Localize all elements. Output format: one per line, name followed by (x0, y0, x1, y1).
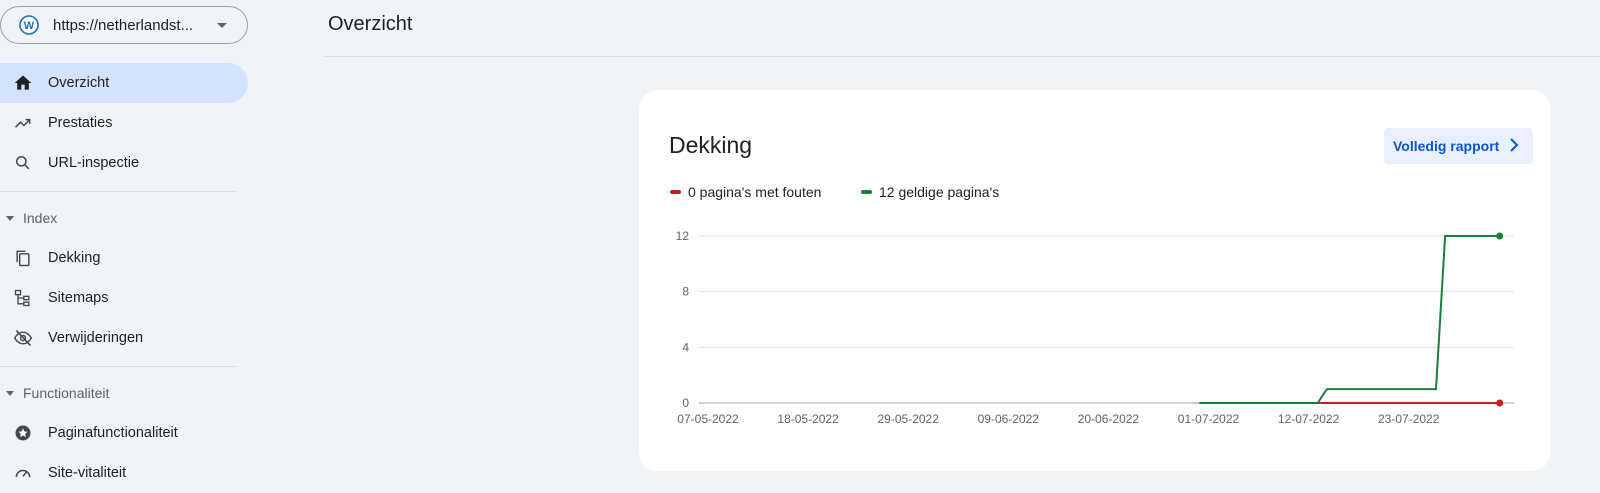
copy-pages-icon (12, 247, 34, 269)
trending-up-icon (12, 112, 34, 134)
sidebar-item-label: URL-inspectie (48, 155, 140, 171)
x-tick-label: 09-06-2022 (978, 412, 1040, 426)
sidebar-item-label: Overzicht (48, 75, 110, 91)
valid-last-point (1496, 232, 1504, 240)
x-tick-label: 12-07-2022 (1278, 412, 1340, 426)
x-tick-label: 01-07-2022 (1178, 412, 1240, 426)
sidebar-item-url-inspection[interactable]: URL-inspectie (0, 143, 248, 183)
property-selector[interactable]: W https://netherlandst... (0, 6, 248, 44)
page-title: Overzicht (328, 13, 413, 35)
sidebar-item-label: Dekking (48, 250, 101, 266)
sidebar-item-coverage[interactable]: Dekking (0, 238, 248, 278)
coverage-chart: 0 4 8 12 07-05-2022 18-05-2022 29-05-2022 09-06… (676, 229, 1514, 426)
valid-series-line (1199, 235, 1500, 404)
home-icon (12, 72, 34, 94)
gauge-icon (12, 462, 34, 484)
x-tick-label: 18-05-2022 (777, 412, 839, 426)
sidebar: W https://netherlandst... Overzicht Pres… (0, 0, 250, 487)
sidebar-item-core-web-vitals[interactable]: Site-vitaliteit (0, 453, 248, 493)
section-label: Index (23, 210, 58, 226)
page-experience-icon (12, 422, 34, 444)
section-label: Functionaliteit (23, 385, 110, 401)
y-tick-label: 0 (682, 396, 689, 410)
sidebar-item-sitemaps[interactable]: Sitemaps (0, 278, 248, 318)
wordpress-icon: W (19, 15, 39, 35)
x-tick-label: 20-06-2022 (1078, 412, 1140, 426)
header-divider (324, 56, 1600, 57)
x-tick-label: 23-07-2022 (1378, 412, 1440, 426)
eye-off-icon (12, 327, 34, 349)
sidebar-item-label: Sitemaps (48, 290, 109, 306)
sidebar-item-label: Prestaties (48, 115, 113, 131)
search-icon (12, 152, 34, 174)
divider (0, 366, 237, 367)
y-tick-label: 8 (682, 285, 689, 299)
x-tick-label: 07-05-2022 (677, 412, 739, 426)
sidebar-item-label: Verwijderingen (48, 330, 144, 346)
caret-down-icon (6, 215, 14, 221)
caret-down-icon (6, 390, 14, 396)
divider (0, 191, 237, 192)
chevron-down-icon (217, 22, 227, 28)
coverage-card: Dekking Volledig rapport 0 pagina's met … (639, 90, 1550, 471)
property-url: https://netherlandst... (53, 16, 194, 34)
svg-text:W: W (24, 20, 35, 32)
sidebar-item-page-experience[interactable]: Paginafunctionaliteit (0, 413, 248, 453)
section-functionality-toggle[interactable]: Functionaliteit (6, 382, 109, 404)
sidebar-item-label: Paginafunctionaliteit (48, 425, 178, 441)
sidebar-item-performance[interactable]: Prestaties (0, 103, 248, 143)
sidebar-item-overview[interactable]: Overzicht (0, 63, 248, 103)
sidebar-item-label: Site-vitaliteit (48, 465, 127, 481)
sitemap-icon (12, 287, 34, 309)
y-tick-label: 12 (676, 229, 690, 243)
errors-last-point (1496, 399, 1504, 407)
x-tick-label: 29-05-2022 (878, 412, 940, 426)
section-index-toggle[interactable]: Index (6, 207, 57, 229)
sidebar-item-removals[interactable]: Verwijderingen (0, 318, 248, 358)
y-tick-label: 4 (682, 340, 689, 354)
